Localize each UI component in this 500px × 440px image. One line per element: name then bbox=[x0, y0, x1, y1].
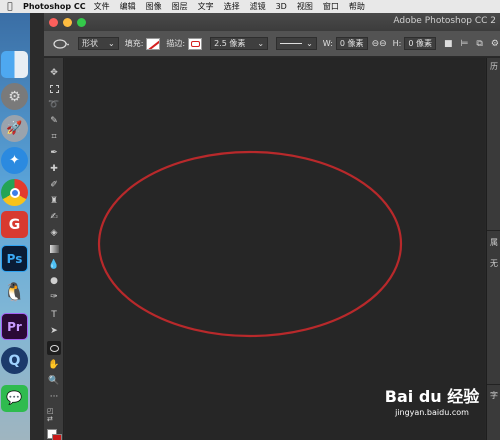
more-tools-icon[interactable]: ··· bbox=[47, 390, 61, 404]
eraser-tool-icon[interactable]: ◈ bbox=[47, 226, 61, 240]
hand-tool-icon[interactable]: ✋ bbox=[47, 358, 61, 372]
quicktime-icon[interactable]: Q bbox=[1, 347, 28, 374]
stroke-type-select[interactable]: ⌄ bbox=[276, 37, 317, 50]
window-title: Adobe Photoshop CC 2 bbox=[393, 16, 496, 26]
menu-file[interactable]: 文件 bbox=[94, 1, 110, 12]
path-alignment-icon[interactable]: ⊨ bbox=[461, 39, 469, 49]
system-preferences-icon[interactable]: ⚙ bbox=[1, 83, 28, 110]
watermark-logo: Bai du 经验 bbox=[384, 387, 480, 406]
path-selection-tool-icon[interactable]: ➤ bbox=[47, 324, 61, 338]
background-color-swatch[interactable] bbox=[52, 434, 62, 440]
menu-image[interactable]: 图像 bbox=[146, 1, 162, 12]
width-label: W: bbox=[322, 39, 333, 48]
path-operations-icon[interactable]: ■ bbox=[444, 39, 453, 49]
minimize-window-button[interactable] bbox=[63, 17, 72, 27]
stroke-swatch[interactable] bbox=[188, 37, 203, 50]
menu-view[interactable]: 视图 bbox=[297, 1, 313, 12]
finder-icon[interactable] bbox=[1, 51, 28, 78]
panel-divider bbox=[487, 230, 500, 231]
menu-app-name[interactable]: Photoshop CC bbox=[23, 2, 86, 11]
stroke-line-preview bbox=[280, 42, 303, 45]
crop-tool-icon[interactable]: ⌗ bbox=[47, 130, 61, 144]
history-brush-tool-icon[interactable]: ✍ bbox=[47, 210, 61, 224]
stroke-label: 描边: bbox=[166, 39, 186, 48]
width-field[interactable]: 0 像素 bbox=[335, 37, 368, 50]
safari-icon[interactable]: ✦ bbox=[1, 147, 28, 174]
move-tool-icon[interactable]: ✥ bbox=[47, 66, 61, 80]
pen-tool-icon[interactable]: ✑ bbox=[47, 290, 61, 304]
quick-select-tool-icon[interactable]: ✎ bbox=[47, 114, 61, 128]
menu-type[interactable]: 文字 bbox=[198, 1, 214, 12]
wechat-icon[interactable]: 💬 bbox=[1, 385, 28, 412]
ellipse-shape[interactable] bbox=[97, 150, 403, 338]
menu-3d[interactable]: 3D bbox=[276, 2, 287, 11]
character-panel-label[interactable]: 字 bbox=[490, 390, 498, 401]
default-colors-icon[interactable]: ◰ ⇄ bbox=[47, 407, 61, 423]
watermark-url: jingyan.baidu.com bbox=[395, 408, 469, 417]
screen:  Photoshop CC 文件 编辑 图像 图层 文字 选择 滤镜 3D 视… bbox=[0, 0, 500, 440]
marquee-tool-icon[interactable] bbox=[47, 82, 61, 96]
lasso-tool-icon[interactable]: ➰ bbox=[47, 98, 61, 112]
history-panel-label[interactable]: 历 bbox=[490, 61, 498, 72]
eyedropper-tool-icon[interactable]: ✒ bbox=[47, 146, 61, 160]
chevron-down-icon: ⌄ bbox=[306, 39, 313, 48]
apple-icon[interactable]:  bbox=[3, 2, 17, 12]
blur-tool-icon[interactable]: 💧 bbox=[47, 258, 61, 272]
dock: ⚙ 🚀 ✦ G Ps 🐧 Pr Q 💬 bbox=[0, 13, 30, 440]
properties-panel-label[interactable]: 属 bbox=[490, 237, 498, 248]
menu-edit[interactable]: 编辑 bbox=[120, 1, 136, 12]
settings-gear-icon[interactable]: ⚙ bbox=[491, 39, 499, 49]
properties-value: 无 bbox=[490, 259, 498, 268]
launchpad-icon[interactable]: 🚀 bbox=[1, 115, 28, 142]
height-field[interactable]: 0 像素 bbox=[404, 37, 437, 50]
menu-bar:  Photoshop CC 文件 编辑 图像 图层 文字 选择 滤镜 3D 视… bbox=[0, 0, 500, 13]
width-value: 0 像素 bbox=[339, 39, 364, 48]
type-tool-icon[interactable]: T bbox=[47, 308, 61, 322]
options-bar: 形状 ⌄ 填充: 描边: 2.5 像素 ⌄ ⌄ W: 0 像素 ⊖⊖ H: 0 像素… bbox=[44, 31, 500, 57]
right-panel: 历 属 无 字 bbox=[486, 58, 500, 440]
tool-mode-select[interactable]: 形状 ⌄ bbox=[78, 37, 119, 50]
menu-layer[interactable]: 图层 bbox=[172, 1, 188, 12]
zoom-tool-icon[interactable]: 🔍 bbox=[47, 374, 61, 388]
menu-filter[interactable]: 滤镜 bbox=[250, 1, 266, 12]
qq-icon[interactable]: 🐧 bbox=[1, 279, 28, 306]
window-titlebar: Adobe Photoshop CC 2 bbox=[44, 13, 500, 31]
premiere-icon[interactable]: Pr bbox=[1, 313, 28, 340]
height-value: 0 像素 bbox=[408, 39, 433, 48]
menu-help[interactable]: 帮助 bbox=[349, 1, 365, 12]
tools-panel: ✥ ➰ ✎ ⌗ ✒ ✚ ✐ ♜ ✍ ◈ 💧 ● ✑ T ➤ ✋ 🔍 ··· ◰ … bbox=[44, 58, 64, 440]
link-icon[interactable]: ⊖⊖ bbox=[372, 39, 387, 49]
menu-window[interactable]: 窗口 bbox=[323, 1, 339, 12]
ellipse-tool-preset-icon[interactable] bbox=[52, 37, 70, 51]
stroke-width-value: 2.5 像素 bbox=[214, 39, 246, 48]
stroke-width-field[interactable]: 2.5 像素 ⌄ bbox=[210, 37, 269, 50]
gradient-tool-icon[interactable] bbox=[47, 242, 61, 256]
fill-label: 填充: bbox=[124, 39, 144, 48]
menu-select[interactable]: 选择 bbox=[224, 1, 240, 12]
panel-divider bbox=[487, 384, 500, 385]
healing-brush-tool-icon[interactable]: ✚ bbox=[47, 162, 61, 176]
tool-mode-value: 形状 bbox=[82, 39, 98, 48]
chrome-icon[interactable] bbox=[1, 179, 28, 206]
brush-tool-icon[interactable]: ✐ bbox=[47, 178, 61, 192]
chevron-down-icon: ⌄ bbox=[108, 39, 115, 48]
ellipse-tool-icon[interactable] bbox=[47, 341, 61, 355]
dodge-tool-icon[interactable]: ● bbox=[47, 274, 61, 288]
path-arrangement-icon[interactable]: ⧉ bbox=[476, 39, 482, 49]
height-label: H: bbox=[392, 39, 402, 48]
close-window-button[interactable] bbox=[49, 17, 58, 27]
photoshop-icon[interactable]: Ps bbox=[1, 245, 28, 272]
fill-swatch[interactable] bbox=[146, 37, 161, 50]
chevron-down-icon: ⌄ bbox=[257, 39, 265, 48]
photoshop-window: Adobe Photoshop CC 2 形状 ⌄ 填充: 描边: 2.5 像素 ⌄… bbox=[44, 13, 500, 440]
maximize-window-button[interactable] bbox=[77, 17, 86, 27]
clone-stamp-tool-icon[interactable]: ♜ bbox=[47, 194, 61, 208]
baidu-jingyan-watermark: Bai du 经验 jingyan.baidu.com bbox=[382, 383, 482, 417]
app-g-icon[interactable]: G bbox=[1, 211, 28, 238]
